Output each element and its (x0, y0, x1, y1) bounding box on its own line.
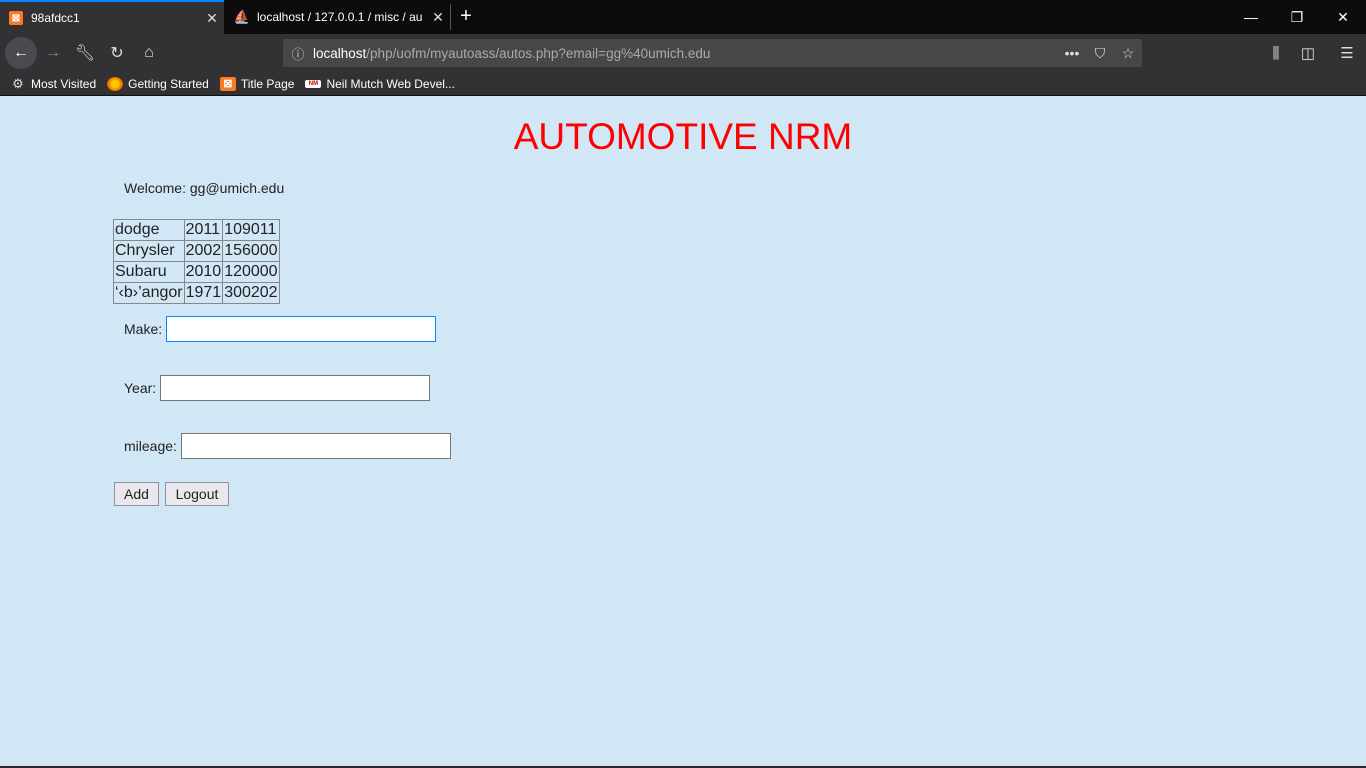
table-row: Subaru 2010 120000 (113, 261, 280, 283)
firefox-icon (107, 76, 124, 91)
new-tab-icon[interactable]: + (456, 4, 476, 28)
mileage-cell: 156000 (222, 240, 280, 262)
make-label: Make: (124, 321, 163, 337)
url-bar[interactable]: ⓘ localhost/php/uofm/myautoass/autos.php… (283, 39, 1142, 67)
tab-separator (450, 4, 451, 30)
make-cell: Subaru (113, 261, 185, 283)
bookmark-title-page[interactable]: ⊠ Title Page (219, 76, 294, 91)
logout-button[interactable]: Logout (165, 482, 229, 506)
xampp-icon: ⊠ (9, 11, 23, 25)
menu-icon[interactable]: ☰ (1332, 38, 1362, 68)
year-cell: 2010 (183, 261, 224, 283)
close-tab-icon[interactable]: ✕ (200, 10, 224, 27)
back-arrow-icon[interactable]: ← (5, 37, 37, 69)
page-title: AUTOMOTIVE NRM (513, 116, 853, 157)
close-window-icon[interactable]: ✕ (1320, 0, 1366, 34)
library-icon[interactable]: ⫼ (1261, 38, 1291, 68)
minimize-icon[interactable]: — (1228, 0, 1274, 34)
sidebar-icon[interactable]: ◫ (1293, 38, 1323, 68)
window-controls: — ❐ ✕ (1228, 0, 1366, 34)
navigation-bar: ← → 🔧︎ ↻ ⌂ ⓘ localhost/php/uofm/myautoas… (0, 34, 1366, 72)
page-actions-icon[interactable]: ••• (1058, 45, 1086, 61)
forward-arrow-icon[interactable]: → (38, 38, 68, 68)
pocket-icon[interactable]: ⛉ (1086, 45, 1114, 62)
make-cell: Chrysler (113, 240, 185, 262)
reload-icon[interactable]: ↻ (102, 38, 132, 68)
table-row: Chrysler 2002 156000 (113, 240, 280, 262)
make-input[interactable] (166, 316, 437, 342)
year-cell: 1971 (183, 282, 224, 304)
tab-title: localhost / 127.0.0.1 / misc / au (257, 10, 423, 24)
info-icon[interactable]: ⓘ (283, 44, 313, 63)
table-row: ‘‹b›’angor 1971 300202 (113, 282, 280, 304)
tab-phpmyadmin[interactable]: ⛵ localhost / 127.0.0.1 / misc / au ✕ (226, 0, 450, 34)
year-cell: 2002 (183, 240, 224, 262)
table-row: dodge 2011 109011 (113, 219, 280, 241)
mileage-cell: 109011 (222, 219, 280, 241)
xampp-icon: ⊠ (219, 76, 236, 91)
wrench-icon[interactable]: 🔧︎ (70, 38, 100, 68)
tab-active[interactable]: ⊠ 98afdcc1 ✕ (0, 0, 224, 34)
tab-title: 98afdcc1 (31, 11, 80, 25)
year-cell: 2011 (183, 219, 224, 241)
mileage-field: mileage: (124, 433, 451, 459)
nm-icon: NM (305, 79, 322, 88)
gear-icon: ⚙ (12, 75, 24, 91)
mileage-cell: 300202 (222, 282, 280, 304)
year-field: Year: (124, 375, 431, 401)
phpmyadmin-icon: ⛵ (233, 9, 251, 24)
bookmark-neil-mutch[interactable]: NM Neil Mutch Web Devel... (305, 77, 455, 91)
bookmarks-bar: ⚙ Most Visited Getting Started ⊠ Title P… (0, 72, 1366, 96)
mileage-input[interactable] (180, 433, 451, 459)
welcome-text: Welcome: gg@umich.edu (124, 180, 285, 196)
make-field: Make: (124, 316, 437, 342)
add-button[interactable]: Add (114, 482, 159, 506)
year-label: Year: (124, 380, 157, 396)
year-input[interactable] (160, 375, 431, 401)
home-icon[interactable]: ⌂ (134, 38, 164, 68)
autos-table: dodge 2011 109011 Chrysler 2002 156000 S… (113, 219, 280, 304)
mileage-cell: 120000 (222, 261, 280, 283)
mileage-label: mileage: (124, 438, 177, 454)
make-cell: ‘‹b›’angor (113, 282, 185, 304)
restore-icon[interactable]: ❐ (1274, 0, 1320, 34)
make-cell: dodge (113, 219, 185, 241)
bookmark-star-icon[interactable]: ☆ (1114, 45, 1142, 62)
close-tab-icon[interactable]: ✕ (426, 9, 450, 26)
tab-bar: ⊠ 98afdcc1 ✕ ⛵ localhost / 127.0.0.1 / m… (0, 0, 1366, 34)
bookmark-most-visited[interactable]: ⚙ Most Visited (10, 75, 96, 91)
bookmark-getting-started[interactable]: Getting Started (107, 76, 209, 91)
url-text[interactable]: localhost/php/uofm/myautoass/autos.php?e… (313, 46, 1058, 61)
